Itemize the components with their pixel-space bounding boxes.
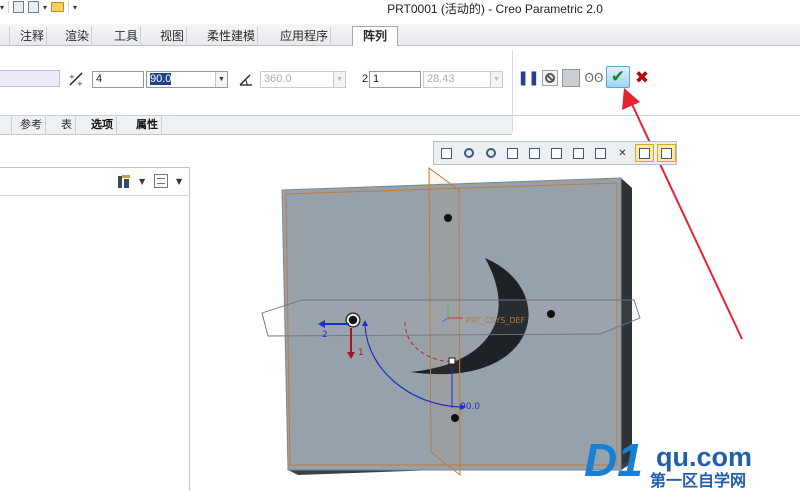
zoom-out-icon [485,148,496,158]
annotation-display-icon [661,147,672,159]
angle-dimension-label[interactable]: 90.0 [460,402,480,412]
perspective-button[interactable] [591,144,610,162]
repaint-button[interactable] [503,144,522,162]
direction1-label: 1 [358,348,364,358]
annotation-display-button[interactable] [657,144,676,162]
annotation-arrow [629,99,743,340]
display-style-button[interactable] [525,144,544,162]
refit-button[interactable] [437,144,456,162]
drag-handle[interactable] [448,357,456,365]
view-manager-icon [573,147,584,159]
repaint-icon [507,147,518,159]
saved-orientations-button[interactable] [547,144,566,162]
pattern-member-marker[interactable] [444,214,452,222]
zoom-in-icon [463,148,474,158]
logo-domain: qu.com [656,442,752,472]
csys-label[interactable]: PRT_CSYS_DEF [466,316,526,325]
display-style-icon [529,147,540,159]
annotation-arrowhead [622,88,640,110]
pattern-leader-marker[interactable] [347,314,359,326]
spin-center-icon [639,147,650,159]
logo-subtitle: 第一区自学网 [650,471,746,490]
zoom-out-button[interactable] [481,144,500,162]
site-logo-watermark: D1 qu.com 第一区自学网 [584,436,752,490]
zoom-in-button[interactable] [459,144,478,162]
saved-orientations-icon [551,147,562,159]
pattern-member-marker[interactable] [451,414,459,422]
view-manager-button[interactable] [569,144,588,162]
model-scene: 90.0 2 1 PRT_CSYS_DEF [261,88,743,477]
datum-display-button[interactable]: ✕ [613,144,632,162]
logo-mark: D1 [584,436,643,486]
spin-center-button[interactable] [635,144,654,162]
view-toolbar: ✕ [433,141,677,165]
refit-icon [441,147,452,159]
datum-display-icon: ✕ [618,147,627,159]
perspective-icon [595,147,606,159]
pattern-member-marker[interactable] [547,310,555,318]
direction2-label: 2 [322,330,328,340]
